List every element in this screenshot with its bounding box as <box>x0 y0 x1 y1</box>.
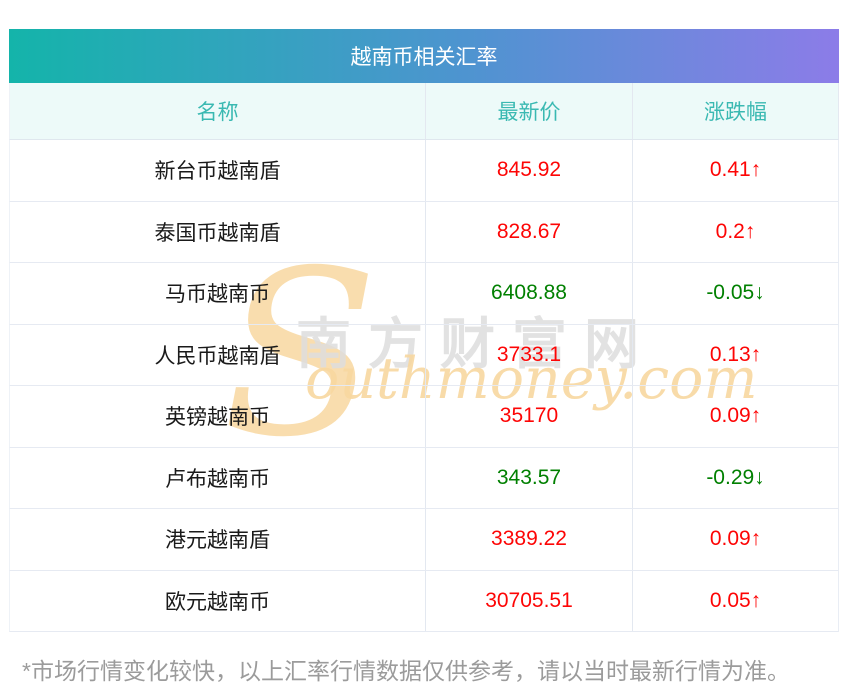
table-row: 港元越南盾 3389.22 0.09↑ <box>9 509 839 571</box>
latest-price: 30705.51 <box>425 570 632 631</box>
column-header-name: 名称 <box>196 101 239 124</box>
latest-price: 845.92 <box>425 140 632 201</box>
latest-price: 343.57 <box>425 447 632 508</box>
table-row: 新台币越南盾 845.92 0.41↑ <box>9 140 839 202</box>
table-row: 泰国币越南盾 828.67 0.2↑ <box>9 201 839 263</box>
change-percent: 0.2↑ <box>632 201 838 262</box>
column-header-change: 涨跌幅 <box>632 83 838 139</box>
table-title: 越南币相关汇率 <box>350 46 498 69</box>
table-row: 卢布越南币 343.57 -0.29↓ <box>9 447 839 509</box>
currency-pair-name: 马币越南币 <box>165 283 270 307</box>
latest-price: 3389.22 <box>425 509 632 570</box>
column-header-price: 最新价 <box>425 83 632 139</box>
currency-pair-name: 卢布越南币 <box>165 467 270 491</box>
table-body: 新台币越南盾 845.92 0.41↑ 泰国币越南盾 828.67 0.2↑ 马… <box>9 140 839 632</box>
change-percent: -0.29↓ <box>632 447 838 508</box>
currency-pair-name: 港元越南盾 <box>165 529 270 553</box>
disclaimer-text: *市场行情变化较快，以上汇率行情数据仅供参考，请以当时最新行情为准。 <box>22 658 790 684</box>
latest-price: 3733.1 <box>425 324 632 385</box>
table-row: 马币越南币 6408.88 -0.05↓ <box>9 263 839 325</box>
table-row: 人民币越南盾 3733.1 0.13↑ <box>9 324 839 386</box>
currency-pair-name: 新台币越南盾 <box>154 160 281 184</box>
currency-pair-name: 欧元越南币 <box>165 590 270 614</box>
change-percent: 0.09↑ <box>632 386 838 447</box>
currency-pair-name: 英镑越南币 <box>165 406 270 430</box>
change-percent: 0.09↑ <box>632 509 838 570</box>
change-percent: 0.41↑ <box>632 140 838 201</box>
change-percent: -0.05↓ <box>632 263 838 324</box>
table-header-row: 名称 最新价 涨跌幅 <box>9 83 839 140</box>
exchange-rate-table: 越南币相关汇率 名称 最新价 涨跌幅 新台币越南盾 845.92 0.41↑ 泰… <box>9 29 839 632</box>
currency-pair-name: 泰国币越南盾 <box>154 221 281 245</box>
latest-price: 828.67 <box>425 201 632 262</box>
table-row: 欧元越南币 30705.51 0.05↑ <box>9 570 839 632</box>
table-row: 英镑越南币 35170 0.09↑ <box>9 386 839 448</box>
latest-price: 35170 <box>425 386 632 447</box>
table-title-bar: 越南币相关汇率 <box>9 29 839 83</box>
currency-pair-name: 人民币越南盾 <box>154 344 281 368</box>
latest-price: 6408.88 <box>425 263 632 324</box>
change-percent: 0.13↑ <box>632 324 838 385</box>
change-percent: 0.05↑ <box>632 570 838 631</box>
